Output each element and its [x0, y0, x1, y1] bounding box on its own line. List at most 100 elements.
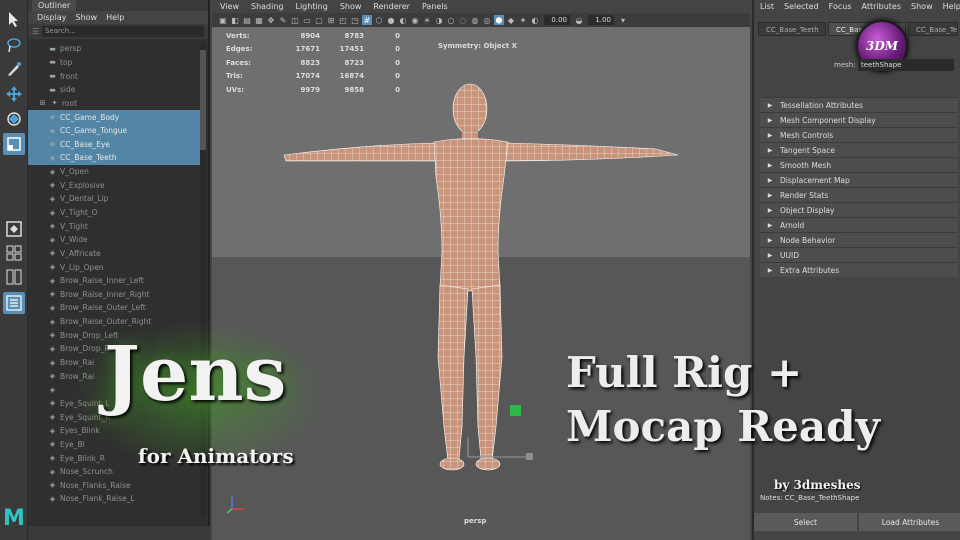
xray-joints-icon[interactable]: ✦ [518, 15, 528, 25]
film-gate-icon[interactable]: ◫ [290, 15, 300, 25]
outliner-item[interactable]: ◈ V_Dental_Lip [28, 192, 200, 206]
attr-section[interactable]: ▶ Node Behavior [760, 232, 958, 247]
motion-blur-icon[interactable]: ◌ [458, 15, 468, 25]
outliner-item[interactable]: ◈ CC_Base_Eye [28, 137, 200, 152]
camera-attrs-icon[interactable]: ◧ [230, 15, 240, 25]
outliner-item[interactable]: ◈ V_Explosive [28, 178, 200, 192]
attr-section[interactable]: ▶ Displacement Map [760, 172, 958, 187]
field-chart-icon[interactable]: ⊞ [326, 15, 336, 25]
attr-section[interactable]: ▶ Extra Attributes [760, 262, 958, 277]
tab-cc-base-te[interactable]: CC_Base_Te [908, 22, 958, 36]
outliner-item[interactable]: ▬ top [28, 56, 200, 70]
scale-tool-icon[interactable] [3, 133, 25, 155]
expand-triangle-icon[interactable]: ▶ [760, 207, 780, 214]
menu-help[interactable]: Help [106, 13, 124, 22]
expand-icon[interactable]: ⊞ [38, 99, 47, 107]
search-input[interactable]: Search... [42, 26, 204, 37]
select-button[interactable]: Select [754, 513, 857, 531]
outliner-item[interactable]: ◈ Nose_Flanks_Raise [28, 479, 200, 493]
menu-focus[interactable]: Focus [829, 2, 852, 11]
load-attributes-button[interactable]: Load Attributes [859, 513, 960, 531]
outliner-item[interactable]: ◈ CC_Game_Tongue [28, 123, 200, 138]
shadows-icon[interactable]: ◑ [434, 15, 444, 25]
select-tool-icon[interactable] [3, 8, 25, 30]
outliner-item[interactable]: ▬ front [28, 69, 200, 83]
color-management-icon[interactable]: ▾ [618, 15, 628, 25]
attr-section[interactable]: ▶ Smooth Mesh [760, 157, 958, 172]
outliner-item[interactable]: ◈ Brow_Raise_Inner_Right [28, 288, 200, 302]
menu-help[interactable]: Help [943, 2, 960, 11]
outliner-item[interactable]: ◈ V_Open [28, 165, 200, 179]
image-plane-icon[interactable]: ▦ [254, 15, 264, 25]
menu-show[interactable]: Show [340, 2, 362, 11]
menu-renderer[interactable]: Renderer [373, 2, 410, 11]
menu-display[interactable]: Display [37, 13, 67, 22]
gate-mask-icon[interactable]: ▢ [314, 15, 324, 25]
outliner-item[interactable]: ◈ Brow_Raise_Outer_Left [28, 301, 200, 315]
tab-cc-base-teeth[interactable]: CC_Base_Teeth [758, 22, 826, 36]
menu-selected[interactable]: Selected [784, 2, 819, 11]
outliner-tab[interactable]: Outliner [32, 0, 77, 11]
expand-triangle-icon[interactable]: ▶ [760, 222, 780, 229]
layout-outliner-icon[interactable] [3, 292, 25, 314]
outliner-item[interactable]: ◈ CC_Base_Teeth [28, 151, 200, 165]
outliner-item[interactable]: ◈ CC_Game_Body [28, 110, 200, 124]
bookmark-icon[interactable]: ▤ [242, 15, 252, 25]
menu-show[interactable]: Show [76, 13, 98, 22]
outliner-item[interactable]: ◈ V_Tight_O [28, 206, 200, 220]
menu-show[interactable]: Show [911, 2, 933, 11]
attr-section[interactable]: ▶ Tessellation Attributes [760, 97, 958, 112]
attr-section[interactable]: ▶ UUID [760, 247, 958, 262]
lasso-tool-icon[interactable] [3, 34, 25, 56]
attr-section[interactable]: ▶ Tangent Space [760, 142, 958, 157]
outliner-item[interactable]: ⊞ ✦ root [28, 97, 200, 111]
outliner-item[interactable]: ◈ Nose_Flank_Raise_L [28, 492, 200, 506]
antialias-icon[interactable]: ◍ [470, 15, 480, 25]
exposure-field[interactable]: 0.00 [544, 15, 570, 25]
menu-view[interactable]: View [220, 2, 239, 11]
attr-section[interactable]: ▶ Mesh Controls [760, 127, 958, 142]
expand-triangle-icon[interactable]: ▶ [760, 147, 780, 154]
outliner-item[interactable]: ◈ V_Lip_Open [28, 260, 200, 274]
xray-icon[interactable]: ◎ [482, 15, 492, 25]
expand-triangle-icon[interactable]: ▶ [760, 162, 780, 169]
ambient-occlusion-icon[interactable]: ○ [446, 15, 456, 25]
outliner-item[interactable]: ▬ side [28, 83, 200, 97]
outliner-item[interactable]: ◈ Brow_Raise_Inner_Left [28, 274, 200, 288]
menu-lighting[interactable]: Lighting [295, 2, 327, 11]
menu-attributes[interactable]: Attributes [862, 2, 902, 11]
gamma-field[interactable]: 1.00 [588, 15, 614, 25]
mesh-name-field[interactable]: teethShape [858, 59, 954, 71]
expand-triangle-icon[interactable]: ▶ [760, 237, 780, 244]
layout-four-icon[interactable] [3, 242, 25, 264]
expand-triangle-icon[interactable]: ▶ [760, 267, 780, 274]
outliner-item[interactable]: ◈ V_Affricate [28, 247, 200, 261]
outliner-item[interactable]: ◈ V_Tight [28, 219, 200, 233]
paint-select-tool-icon[interactable] [3, 58, 25, 80]
textured-icon[interactable]: ◉ [410, 15, 420, 25]
rotate-tool-icon[interactable] [3, 108, 25, 130]
scrollbar-thumb[interactable] [200, 50, 206, 150]
exposure-icon[interactable]: ◐ [530, 15, 540, 25]
default-material-icon[interactable]: ◐ [398, 15, 408, 25]
expand-triangle-icon[interactable]: ▶ [760, 192, 780, 199]
grease-pencil-icon[interactable]: ✎ [278, 15, 288, 25]
attr-section[interactable]: ▶ Arnold [760, 217, 958, 232]
wireframe-icon[interactable]: ⬡ [374, 15, 384, 25]
menu-list[interactable]: List [760, 2, 774, 11]
expand-triangle-icon[interactable]: ▶ [760, 252, 780, 259]
move-tool-icon[interactable] [3, 83, 25, 105]
expand-triangle-icon[interactable]: ▶ [760, 102, 780, 109]
safe-action-icon[interactable]: ◰ [338, 15, 348, 25]
layout-two-icon[interactable] [3, 266, 25, 288]
search-options-icon[interactable]: ☰ [32, 27, 42, 36]
camera-icon[interactable]: ▣ [218, 15, 228, 25]
attr-section[interactable]: ▶ Render Stats [760, 187, 958, 202]
expand-triangle-icon[interactable]: ▶ [760, 177, 780, 184]
attr-section[interactable]: ▶ Object Display [760, 202, 958, 217]
expand-triangle-icon[interactable]: ▶ [760, 117, 780, 124]
attr-section[interactable]: ▶ Mesh Component Display [760, 112, 958, 127]
2d-pan-icon[interactable]: ✥ [266, 15, 276, 25]
menu-shading[interactable]: Shading [251, 2, 284, 11]
layout-single-icon[interactable] [3, 218, 25, 240]
